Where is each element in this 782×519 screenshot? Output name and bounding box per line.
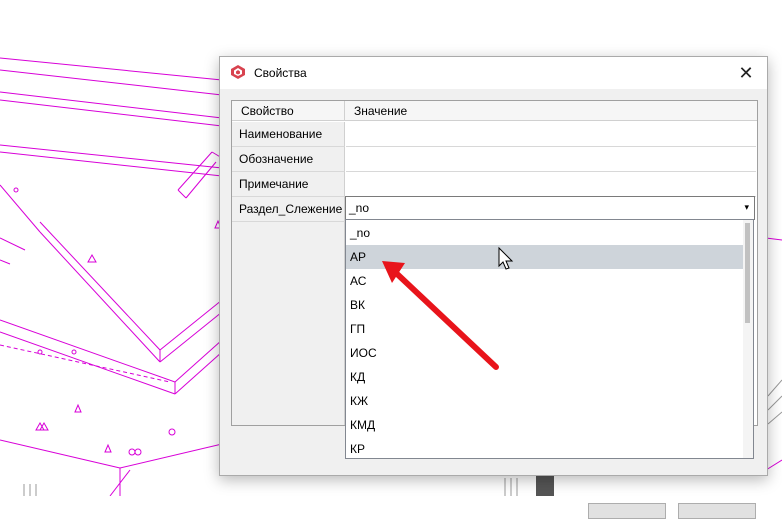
close-button[interactable]: ✕ xyxy=(725,57,767,89)
property-key: Обозначение xyxy=(232,147,345,172)
dropdown-option[interactable]: _no xyxy=(346,221,744,245)
dropdown-option[interactable]: КЖ xyxy=(346,389,744,413)
ok-button[interactable] xyxy=(588,503,666,519)
chevron-down-icon[interactable]: ▾ xyxy=(744,202,749,213)
property-key: Примечание xyxy=(232,172,345,197)
dialog-title: Свойства xyxy=(254,66,307,80)
property-row-note: Примечание xyxy=(232,172,757,197)
dropdown-option[interactable]: КР xyxy=(346,437,744,461)
property-column-empty xyxy=(232,222,345,425)
property-row-designation: Обозначение xyxy=(232,147,757,172)
property-key: Наименование xyxy=(232,122,345,147)
property-value-field[interactable] xyxy=(346,147,756,172)
dropdown-scrollbar[interactable] xyxy=(743,220,753,458)
dropdown-option[interactable]: ВК xyxy=(346,293,744,317)
app-logo-icon xyxy=(231,65,245,79)
dialog-titlebar[interactable]: Свойства ✕ xyxy=(220,57,767,89)
column-header-property[interactable]: Свойство xyxy=(232,101,345,121)
section-combobox[interactable]: _no ▾ xyxy=(345,196,755,220)
column-header-value[interactable]: Значение xyxy=(345,101,757,121)
cancel-button[interactable] xyxy=(678,503,756,519)
dropdown-option[interactable]: ИОС xyxy=(346,341,744,365)
combobox-value: _no xyxy=(349,201,370,215)
property-value-field[interactable] xyxy=(346,172,756,197)
dropdown-option[interactable]: ГП xyxy=(346,317,744,341)
dropdown-option[interactable]: АС xyxy=(346,269,744,293)
section-dropdown-list[interactable]: _no АР АС ВК ГП ИОС КД КЖ КМД КР xyxy=(345,219,754,459)
dropdown-option[interactable]: КД xyxy=(346,365,744,389)
dropdown-option-highlighted[interactable]: АР xyxy=(346,245,744,269)
property-value-field[interactable] xyxy=(346,122,756,147)
property-key: Раздел_Слежение xyxy=(232,197,345,222)
close-icon: ✕ xyxy=(738,62,754,83)
scrollbar-thumb[interactable] xyxy=(745,223,750,323)
dropdown-option[interactable]: КМД xyxy=(346,413,744,437)
property-row-name: Наименование xyxy=(232,122,757,147)
